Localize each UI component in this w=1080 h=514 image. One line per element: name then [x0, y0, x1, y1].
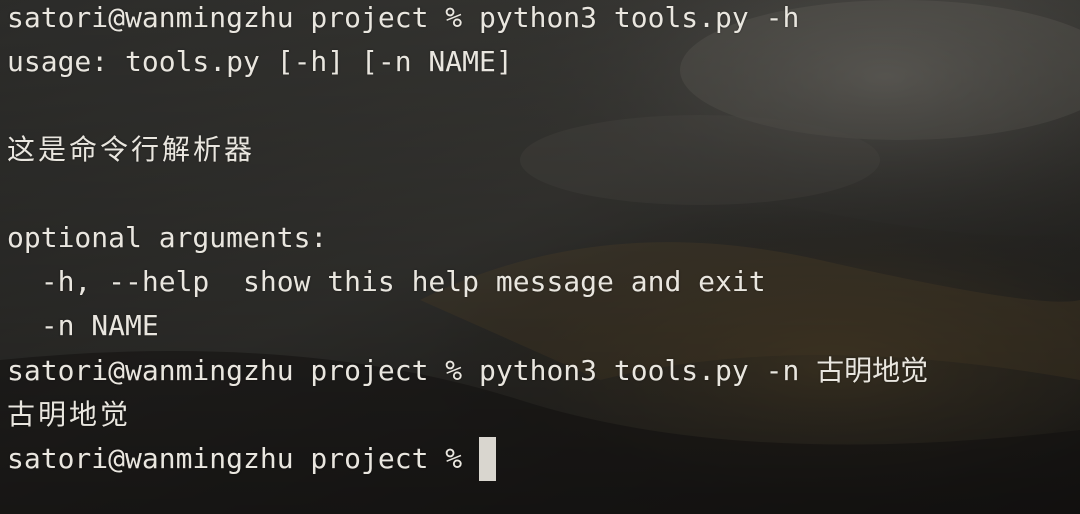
terminal-line-usage: usage: tools.py [-h] [-n NAME] [7, 45, 513, 78]
terminal-window[interactable]: satori@wanmingzhu project % python3 tool… [0, 0, 1080, 514]
terminal-line-help-option: -h, --help show this help message and ex… [7, 265, 766, 298]
terminal-line-optional-arguments: optional arguments: [7, 221, 328, 254]
text-cursor [479, 437, 497, 481]
terminal-prompt: satori@wanmingzhu project % [7, 442, 463, 475]
terminal-line-description: 这是命令行解析器 [7, 133, 256, 166]
terminal-prompt-line[interactable]: satori@wanmingzhu project % [7, 437, 497, 481]
terminal-line-command-help: satori@wanmingzhu project % python3 tool… [7, 1, 800, 34]
terminal-line-output-name: 古明地觉 [7, 398, 132, 431]
terminal-line-name-option: -n NAME [7, 309, 159, 342]
terminal-line-command-name: satori@wanmingzhu project % python3 tool… [7, 354, 929, 387]
